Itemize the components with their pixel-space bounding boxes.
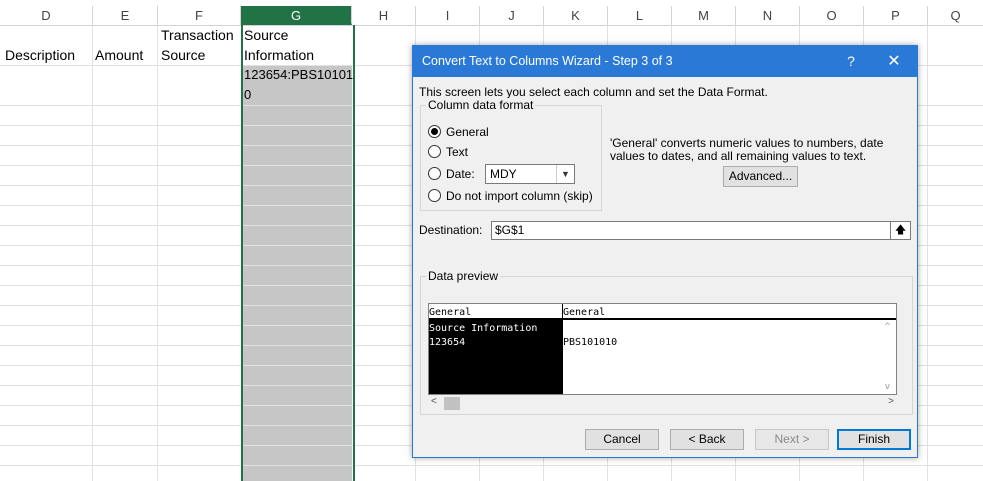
radio-general[interactable]: General bbox=[428, 123, 489, 141]
cell-f1-line2[interactable]: Source bbox=[161, 45, 205, 65]
cell-g1-line1[interactable]: Source bbox=[244, 25, 288, 45]
preview-vertical-scrollbar[interactable]: ^ v bbox=[879, 320, 896, 394]
next-button[interactable]: Next > bbox=[755, 429, 829, 450]
chevron-down-icon[interactable]: ▼ bbox=[556, 165, 574, 183]
help-button[interactable]: ? bbox=[831, 46, 871, 77]
data-preview-group: Data preview General Source Information … bbox=[420, 269, 913, 415]
scroll-up-icon[interactable]: ^ bbox=[879, 322, 896, 332]
cancel-button[interactable]: Cancel bbox=[585, 429, 659, 450]
cell-g1-line2[interactable]: Information bbox=[244, 45, 314, 65]
cell-g2-line2[interactable]: 0 bbox=[244, 85, 251, 105]
gridline bbox=[157, 25, 158, 481]
column-header-h[interactable]: H bbox=[352, 6, 416, 25]
gridline bbox=[92, 25, 93, 481]
cell-f1-line1[interactable]: Transaction bbox=[161, 25, 234, 45]
preview-column-1-header: General bbox=[429, 304, 562, 320]
radio-skip-label: Do not import column (skip) bbox=[446, 189, 593, 203]
radio-date-label: Date: bbox=[446, 167, 475, 181]
preview-column-1-body: Source Information 123654 bbox=[429, 320, 562, 394]
scroll-down-icon[interactable]: v bbox=[879, 382, 896, 392]
cell-g2-line1[interactable]: 123654:PBS10101 bbox=[244, 65, 353, 85]
destination-value: $G$1 bbox=[495, 223, 525, 237]
radio-date[interactable]: Date: bbox=[428, 165, 475, 183]
column-header-p[interactable]: P bbox=[864, 6, 928, 25]
radio-text[interactable]: Text bbox=[428, 143, 468, 161]
column-header-o[interactable]: O bbox=[800, 6, 864, 25]
preview-column-2[interactable]: General PBS101010 bbox=[562, 304, 896, 394]
scroll-right-icon[interactable]: > bbox=[888, 396, 894, 407]
column-header-k[interactable]: K bbox=[544, 6, 608, 25]
scroll-left-icon[interactable]: < bbox=[431, 396, 437, 407]
date-format-select[interactable]: MDY ▼ bbox=[485, 164, 575, 184]
dialog-title: Convert Text to Columns Wizard - Step 3 … bbox=[422, 54, 673, 68]
selected-column-border bbox=[241, 25, 355, 481]
scroll-thumb[interactable] bbox=[444, 397, 460, 410]
data-preview-box[interactable]: General Source Information 123654 Genera… bbox=[428, 303, 897, 395]
preview-column-2-header: General bbox=[563, 304, 896, 320]
radio-text-label: Text bbox=[446, 145, 469, 159]
column-header-j[interactable]: J bbox=[480, 6, 544, 25]
destination-input[interactable]: $G$1 🡅 bbox=[491, 221, 911, 240]
destination-label: Destination: bbox=[419, 223, 483, 237]
preview-cell: PBS101010 bbox=[563, 337, 618, 348]
column-header-l[interactable]: L bbox=[608, 6, 672, 25]
gridline bbox=[0, 465, 983, 466]
dialog-intro-text: This screen lets you select each column … bbox=[419, 85, 768, 99]
gridline bbox=[927, 25, 928, 481]
column-header-n[interactable]: N bbox=[736, 6, 800, 25]
data-preview-label: Data preview bbox=[426, 269, 501, 283]
advanced-button[interactable]: Advanced... bbox=[723, 166, 798, 187]
preview-horizontal-scrollbar[interactable]: < > bbox=[428, 395, 897, 412]
format-group-label: Column data format bbox=[426, 98, 536, 112]
general-format-note: 'General' converts numeric values to num… bbox=[610, 136, 884, 163]
column-header-q[interactable]: Q bbox=[928, 6, 983, 25]
radio-unchecked-icon[interactable] bbox=[428, 167, 441, 181]
column-data-format-group: Column data format General Text Date: MD… bbox=[420, 98, 602, 211]
text-to-columns-dialog: Convert Text to Columns Wizard - Step 3 … bbox=[412, 45, 918, 458]
close-icon[interactable]: ✕ bbox=[871, 46, 917, 77]
back-button[interactable]: < Back bbox=[670, 429, 744, 450]
preview-cell: Source Information bbox=[429, 323, 538, 334]
cell-d1[interactable]: Description bbox=[5, 45, 75, 65]
radio-unchecked-icon[interactable] bbox=[428, 189, 441, 203]
column-header-d[interactable]: D bbox=[0, 6, 93, 25]
dialog-titlebar[interactable]: Convert Text to Columns Wizard - Step 3 … bbox=[413, 46, 917, 77]
column-header-m[interactable]: M bbox=[672, 6, 736, 25]
preview-column-1[interactable]: General Source Information 123654 bbox=[429, 304, 562, 394]
date-format-value: MDY bbox=[490, 167, 517, 181]
collapse-dialog-icon[interactable]: 🡅 bbox=[890, 222, 910, 239]
column-header-bar: D E F G H I J K L M N O P Q bbox=[0, 6, 983, 26]
radio-general-label: General bbox=[446, 125, 489, 139]
radio-skip[interactable]: Do not import column (skip) bbox=[428, 187, 593, 205]
cell-e1[interactable]: Amount bbox=[95, 45, 143, 65]
column-header-i[interactable]: I bbox=[416, 6, 480, 25]
column-header-f[interactable]: F bbox=[158, 6, 241, 25]
preview-cell: 123654 bbox=[429, 337, 466, 348]
column-header-g[interactable]: G bbox=[241, 6, 352, 25]
finish-button[interactable]: Finish bbox=[837, 429, 911, 450]
radio-checked-icon[interactable] bbox=[428, 125, 441, 139]
column-header-e[interactable]: E bbox=[93, 6, 158, 25]
radio-unchecked-icon[interactable] bbox=[428, 145, 441, 159]
